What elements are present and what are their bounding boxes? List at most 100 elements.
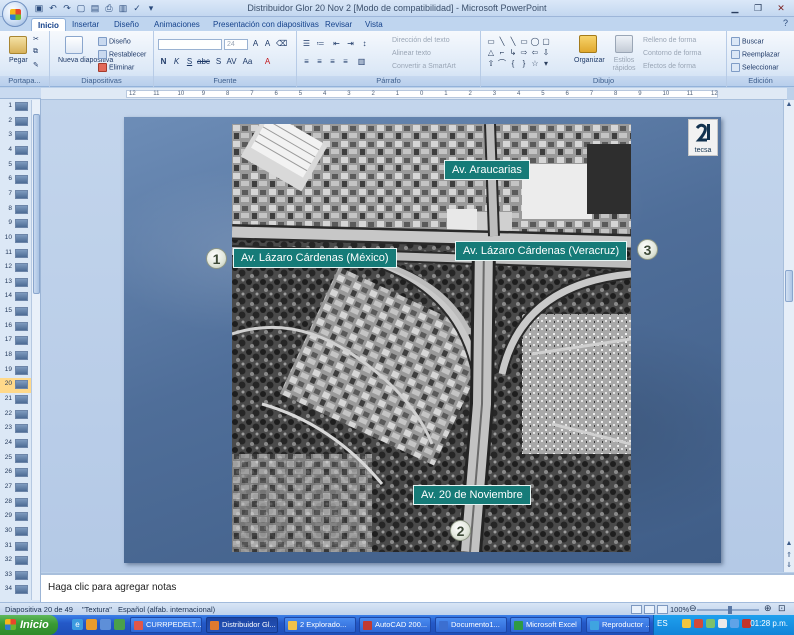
tab-presentacion[interactable]: Presentación con diapositivas	[207, 18, 325, 31]
find-button[interactable]: Buscar	[731, 37, 764, 46]
outlook-icon[interactable]	[86, 619, 97, 630]
slide-thumbnail-image[interactable]	[15, 336, 28, 346]
media-icon[interactable]	[114, 619, 125, 630]
slide-thumbnail[interactable]: 17	[0, 334, 32, 348]
slide-thumbnail-image[interactable]	[15, 512, 28, 522]
office-button[interactable]	[2, 1, 28, 27]
slide-thumbnail[interactable]: 8	[0, 203, 32, 217]
shape-arrow-left-icon[interactable]: ⇦	[530, 48, 540, 57]
numbering-icon[interactable]: ≔	[315, 39, 326, 49]
shape-more-icon[interactable]: ▾	[541, 59, 551, 68]
slide-thumbnail-image[interactable]	[15, 570, 28, 580]
slide-thumbnail-image[interactable]	[15, 424, 28, 434]
scroll-down-icon[interactable]: ▲	[784, 540, 794, 550]
increase-indent-icon[interactable]: ⇥	[345, 39, 356, 49]
slide-thumbnail[interactable]: 21	[0, 393, 32, 407]
slide-thumbnail[interactable]: 33	[0, 569, 32, 583]
cut-icon[interactable]: ✂	[33, 35, 39, 43]
shape-elbow-icon[interactable]: ↳	[508, 48, 518, 57]
zoom-in-icon[interactable]: ⊕	[764, 603, 772, 614]
copy-icon[interactable]: ⧉	[33, 48, 38, 56]
taskbar-button[interactable]: CURRPEDELT...	[130, 617, 202, 633]
slide-thumbnail-image[interactable]	[15, 556, 28, 566]
slide-thumbnail-image[interactable]	[15, 395, 28, 404]
slide-thumbnail[interactable]: 25	[0, 452, 32, 466]
slide-thumbnail[interactable]: 5	[0, 159, 32, 173]
slide-thumbnail-image[interactable]	[15, 145, 28, 155]
shape-bend-icon[interactable]: ⌐	[497, 48, 507, 57]
case-icon[interactable]: Aa	[242, 57, 253, 67]
arrange-button[interactable]: Organizar	[574, 57, 605, 64]
tab-inicio[interactable]: Inicio	[31, 18, 66, 31]
slide-thumbnail[interactable]: 3	[0, 129, 32, 143]
slide-thumbnail[interactable]: 10	[0, 232, 32, 246]
new-slide-icon[interactable]	[65, 36, 83, 54]
convert-smartart-button[interactable]: Convertir a SmartArt	[392, 63, 456, 70]
shape-curve-icon[interactable]: ⌒	[497, 59, 507, 68]
ie-icon[interactable]: e	[72, 619, 83, 630]
slide-thumbnail-image[interactable]	[15, 175, 28, 185]
clock[interactable]: 01:28 p.m.	[750, 619, 788, 628]
clear-format-icon[interactable]: ⌫	[276, 39, 287, 49]
shape-roundrect-icon[interactable]: ▢	[541, 37, 551, 46]
font-size-input[interactable]: 24	[224, 39, 248, 50]
quick-styles-icon[interactable]	[615, 35, 633, 53]
desktop-icon[interactable]	[100, 619, 111, 630]
slide-thumbnail[interactable]: 20	[0, 378, 32, 393]
vertical-scroll-thumb[interactable]	[785, 270, 793, 302]
tray-icon-2[interactable]	[694, 619, 703, 628]
slide-thumbnail[interactable]: 18	[0, 349, 32, 363]
marker-3[interactable]: 3	[637, 239, 658, 260]
slide-thumbnail-image[interactable]	[15, 497, 28, 507]
select-button[interactable]: Seleccionar	[731, 63, 779, 72]
slide-thumbnail-image[interactable]	[15, 453, 28, 463]
shape-triangle-icon[interactable]: △	[486, 48, 496, 57]
slides-panel-scrollbar[interactable]	[31, 100, 40, 600]
slide-thumbnail-image[interactable]	[15, 380, 28, 390]
slide-thumbnail[interactable]: 1	[0, 100, 32, 114]
slide-thumbnail-image[interactable]	[15, 307, 28, 317]
shape-rect-icon[interactable]: ▭	[519, 37, 529, 46]
tab-animaciones[interactable]: Animaciones	[148, 18, 206, 31]
slide-thumbnail-image[interactable]	[15, 585, 28, 595]
decrease-indent-icon[interactable]: ⇤	[331, 39, 342, 49]
shape-star-icon[interactable]: ☆	[530, 59, 540, 68]
notes-pane[interactable]: Haga clic para agregar notas	[41, 573, 794, 602]
delete-slide-button[interactable]: Eliminar	[98, 63, 134, 72]
slide-thumbnail-image[interactable]	[15, 292, 28, 302]
notes-placeholder[interactable]: Haga clic para agregar notas	[48, 582, 176, 593]
slide-thumbnail[interactable]: 26	[0, 466, 32, 480]
label-av-araucarias[interactable]: Av. Araucarias	[444, 160, 530, 180]
align-center-icon[interactable]: ≡	[314, 57, 325, 67]
taskbar-button[interactable]: Reproductor ...	[586, 617, 650, 633]
zoom-slider-knob[interactable]	[728, 606, 732, 614]
paste-button[interactable]: Pegar	[9, 57, 28, 64]
underline-icon[interactable]: S	[184, 57, 195, 67]
zoom-level[interactable]: 100%	[670, 605, 689, 614]
text-direction-button[interactable]: Dirección del texto	[392, 37, 450, 44]
slide-thumbnail-image[interactable]	[15, 219, 28, 229]
taskbar-button[interactable]: AutoCAD 200...	[359, 617, 431, 633]
slides-panel-tabs[interactable]	[0, 88, 41, 99]
shape-line-icon[interactable]: ╲	[497, 37, 507, 46]
slide-thumbnail-image[interactable]	[15, 189, 28, 199]
slide-thumbnail-image[interactable]	[15, 116, 28, 126]
next-slide-icon[interactable]: ⇓	[784, 561, 794, 571]
slide-thumbnail[interactable]: 9	[0, 217, 32, 231]
shape-line2-icon[interactable]: ╲	[508, 37, 518, 46]
replace-button[interactable]: Reemplazar	[731, 50, 780, 59]
slide-thumbnail-image[interactable]	[15, 204, 28, 214]
slide-thumbnail[interactable]: 23	[0, 422, 32, 436]
slide-thumbnail[interactable]: 24	[0, 437, 32, 451]
slide-thumbnail-image[interactable]	[15, 321, 28, 331]
slide-thumbnail-image[interactable]	[15, 468, 28, 478]
slide-thumbnail[interactable]: 22	[0, 408, 32, 422]
prev-slide-icon[interactable]: ⇑	[784, 551, 794, 561]
slide-thumbnail-image[interactable]	[15, 248, 28, 258]
scroll-up-icon[interactable]: ▲	[784, 101, 794, 111]
tab-revisar[interactable]: Revisar	[319, 18, 358, 31]
layout-button[interactable]: Diseño	[98, 37, 131, 46]
spacing-icon[interactable]: AV	[226, 57, 237, 67]
slide-thumbnail[interactable]: 28	[0, 496, 32, 510]
tab-diseno[interactable]: Diseño	[108, 18, 145, 31]
